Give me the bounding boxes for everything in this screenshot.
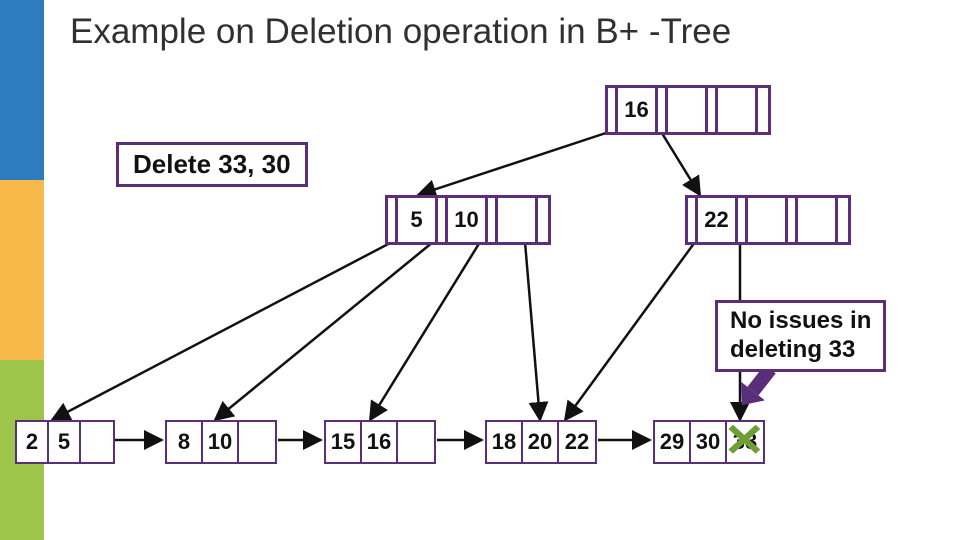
root-node: 16 (605, 85, 771, 135)
key: 33 (727, 422, 763, 462)
key: 22 (698, 198, 738, 242)
ptr (608, 88, 618, 132)
key: 10 (203, 422, 239, 462)
ptr (438, 198, 448, 242)
ptr (538, 198, 548, 242)
key: 10 (448, 198, 488, 242)
key: 20 (523, 422, 559, 462)
key (239, 422, 275, 462)
key (81, 422, 113, 462)
ptr (388, 198, 398, 242)
key: 5 (49, 422, 81, 462)
key: 8 (167, 422, 203, 462)
key (398, 422, 434, 462)
annotation-line: No issues in (730, 307, 871, 336)
ptr (838, 198, 848, 242)
ptr (688, 198, 698, 242)
ptr (788, 198, 798, 242)
key: 15 (326, 422, 362, 462)
key: 29 (655, 422, 691, 462)
key (718, 88, 758, 132)
leaf-1: 8 10 (165, 420, 277, 464)
key: 16 (362, 422, 398, 462)
ptr (488, 198, 498, 242)
leaf-4: 29 30 33 (653, 420, 765, 464)
key (498, 198, 538, 242)
delete-label: Delete 33, 30 (116, 142, 308, 187)
page-title: Example on Deletion operation in B+ -Tre… (70, 12, 731, 52)
annotation-line: deleting 33 (730, 336, 871, 365)
ptr (758, 88, 768, 132)
key: 16 (618, 88, 658, 132)
leaf-3: 18 20 22 (485, 420, 597, 464)
key: 5 (398, 198, 438, 242)
slide: Example on Deletion operation in B+ -Tre… (0, 0, 960, 540)
internal-left: 5 10 (385, 195, 551, 245)
annotation: No issues in deleting 33 (715, 300, 886, 372)
key: 30 (691, 422, 727, 462)
accent-bar-orange (0, 180, 44, 360)
accent-bar-blue (0, 0, 44, 180)
key: 2 (17, 422, 49, 462)
ptr (738, 198, 748, 242)
leaf-2: 15 16 (324, 420, 436, 464)
internal-right: 22 (685, 195, 851, 245)
key (748, 198, 788, 242)
tree-edges (0, 0, 960, 540)
key (798, 198, 838, 242)
key: 22 (559, 422, 595, 462)
leaf-0: 2 5 (15, 420, 115, 464)
ptr (708, 88, 718, 132)
key (668, 88, 708, 132)
ptr (658, 88, 668, 132)
key: 18 (487, 422, 523, 462)
